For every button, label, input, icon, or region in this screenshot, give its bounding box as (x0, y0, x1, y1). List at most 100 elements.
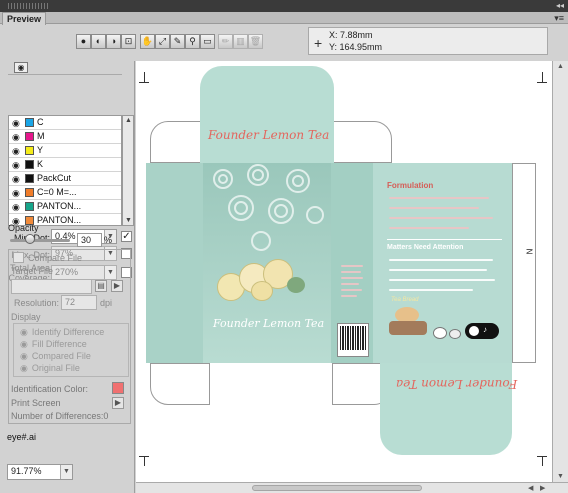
identification-color-swatch[interactable] (112, 382, 124, 394)
target-file-input[interactable] (11, 279, 92, 294)
view-overprint-icon[interactable]: ◑ (106, 34, 121, 49)
separation-label: PANTON... (37, 201, 82, 211)
display-option-original[interactable]: ◉ Original File (20, 363, 80, 374)
view-zoom-icon[interactable]: ⊡ (121, 34, 136, 49)
play-icon[interactable]: ▶ (111, 280, 123, 292)
display-option-identify[interactable]: ◉ Identify Difference (20, 327, 104, 338)
separations-scrollbar[interactable]: ▲ ▼ (122, 115, 134, 226)
scroll-down-icon[interactable]: ▼ (557, 473, 564, 480)
separation-row[interactable]: ◉ M (9, 130, 121, 144)
separation-row[interactable]: ◉ C=0 M=... (9, 186, 121, 200)
eye-icon[interactable]: ◉ (12, 132, 20, 143)
eye-icon[interactable]: ◉ (12, 202, 20, 213)
opacity-slider-track[interactable] (10, 239, 70, 242)
opacity-input[interactable]: 30 (77, 233, 102, 247)
panel-menu-icon[interactable]: ▾≡ (554, 13, 564, 24)
zoom-select[interactable]: 91.77% ▼ (7, 464, 73, 480)
eye-icon[interactable]: ◉ (12, 160, 20, 171)
file-name: eye#.ai (7, 432, 37, 442)
magnifier-icon[interactable]: ⚲ (185, 34, 200, 49)
back-panel: Formulation Matters Need Attention Tea B… (373, 163, 512, 363)
separation-label: K (37, 159, 44, 169)
drag-grip[interactable] (8, 3, 48, 9)
hand-icon[interactable]: ✋ (140, 34, 155, 49)
eye-icon: ◉ (20, 363, 28, 373)
vertical-scrollbar[interactable]: ▲ ▼ (552, 61, 568, 482)
panel-title-bar[interactable]: ◂◂ (0, 0, 568, 12)
ruler-icon[interactable]: ▭ (200, 34, 215, 49)
separation-row[interactable]: ◉ PANTON... (9, 200, 121, 214)
print-screen-button[interactable]: ▶ (112, 397, 124, 409)
differences-count: Number of Differences:0 (11, 411, 109, 421)
resolution-input[interactable]: 72 (61, 295, 97, 310)
compare-file-label: Compare File (28, 253, 83, 263)
display-option-fill[interactable]: ◉ Fill Difference (20, 339, 87, 350)
horizontal-scrollbar[interactable]: ◀ ▶ (136, 482, 568, 493)
horizontal-scroll-thumb[interactable] (252, 485, 422, 491)
color-swatch (25, 174, 34, 183)
preview-canvas[interactable]: Founder Lemon Tea Founder Lemon Tea Form… (136, 61, 552, 482)
eye-icon[interactable]: ◉ (12, 188, 20, 199)
delete-icon[interactable]: 🗑 (248, 34, 263, 49)
color-swatch (25, 132, 34, 141)
identification-color-label: Identification Color: (11, 384, 89, 394)
crop-mark (144, 72, 145, 82)
eyedropper-icon[interactable]: ✎ (170, 34, 185, 49)
resolution-unit: dpi (100, 298, 113, 308)
display-option-label: Fill Difference (31, 339, 87, 349)
separation-row[interactable]: ◉ PackCut (9, 172, 121, 186)
tab-preview[interactable]: Preview (2, 12, 46, 25)
edge-mark: N (524, 248, 534, 255)
attention-heading: Matters Need Attention (387, 244, 464, 251)
package-bottom-flap: Founder Lemon Tea (380, 363, 517, 455)
color-swatch (25, 146, 34, 155)
crop-mark (144, 456, 145, 466)
eye-icon[interactable]: ◉ (12, 118, 20, 129)
trash-icon[interactable]: ▥ (233, 34, 248, 49)
barcode (337, 323, 369, 357)
scroll-left-icon[interactable]: ◀ (528, 484, 533, 492)
eye-icon[interactable]: ◉ (12, 146, 20, 157)
collapse-icon[interactable]: ◂◂ (556, 2, 564, 10)
compare-file-checkbox[interactable] (13, 252, 24, 263)
crop-mark (139, 82, 149, 83)
separation-row[interactable]: ◉ K (9, 158, 121, 172)
eye-icon: ◉ (20, 351, 28, 361)
browse-folder-icon[interactable]: ▤ (95, 280, 107, 292)
toolbar: ● ◐ ◑ ⊡ ✋ ⤢ ✎ ⚲ ▭ ✏ ▥ 🗑 + X: 7.88mm Y: 1… (0, 25, 568, 61)
scroll-up-icon[interactable]: ▲ (557, 63, 564, 70)
separation-row[interactable]: ◉ Y (9, 144, 121, 158)
bottom-flap-title: Founder Lemon Tea (396, 377, 518, 391)
dieline-flap (332, 121, 392, 163)
scroll-right-icon[interactable]: ▶ (540, 484, 545, 492)
view-composite-icon[interactable]: ● (76, 34, 91, 49)
opacity-slider-handle[interactable] (25, 234, 35, 244)
color-swatch (25, 160, 34, 169)
separation-label: Y (37, 145, 44, 155)
crop-mark (542, 72, 543, 82)
display-option-compared[interactable]: ◉ Compared File (20, 351, 91, 362)
tea-bread-label: Tea Bread (391, 297, 419, 303)
target-file-label: Target File (11, 266, 54, 276)
zoom-value: 91.77% (11, 466, 42, 476)
eye-icon[interactable]: ◉ (12, 174, 20, 185)
left-panel: ◉ ◉ C ◉ M ◉ Y ◉ K ◉ PackCut ◉ C=0 M=... ◉ PANTON... ◉ P… (0, 61, 135, 493)
min-dot-checkbox[interactable]: ✓ (121, 231, 132, 242)
zoom-icon[interactable]: ⤢ (155, 34, 170, 49)
eye-toggle-all-icon[interactable]: ◉ (14, 62, 28, 73)
scroll-down-icon[interactable]: ▼ (125, 217, 132, 224)
separation-row[interactable]: ◉ C (9, 116, 121, 130)
pencil-icon[interactable]: ✏ (218, 34, 233, 49)
opacity-unit: % (104, 235, 113, 245)
lemon-illustration (217, 255, 307, 305)
display-option-label: Identify Difference (31, 327, 105, 337)
separation-label: PackCut (37, 173, 72, 183)
separation-label: C (37, 117, 44, 127)
scroll-up-icon[interactable]: ▲ (125, 117, 132, 124)
crop-mark (537, 456, 547, 457)
y-value: 164.95mm (339, 42, 383, 52)
color-swatch (25, 202, 34, 211)
color-swatch (25, 188, 34, 197)
resolution-label: Resolution: (13, 298, 59, 308)
view-separations-icon[interactable]: ◐ (91, 34, 106, 49)
